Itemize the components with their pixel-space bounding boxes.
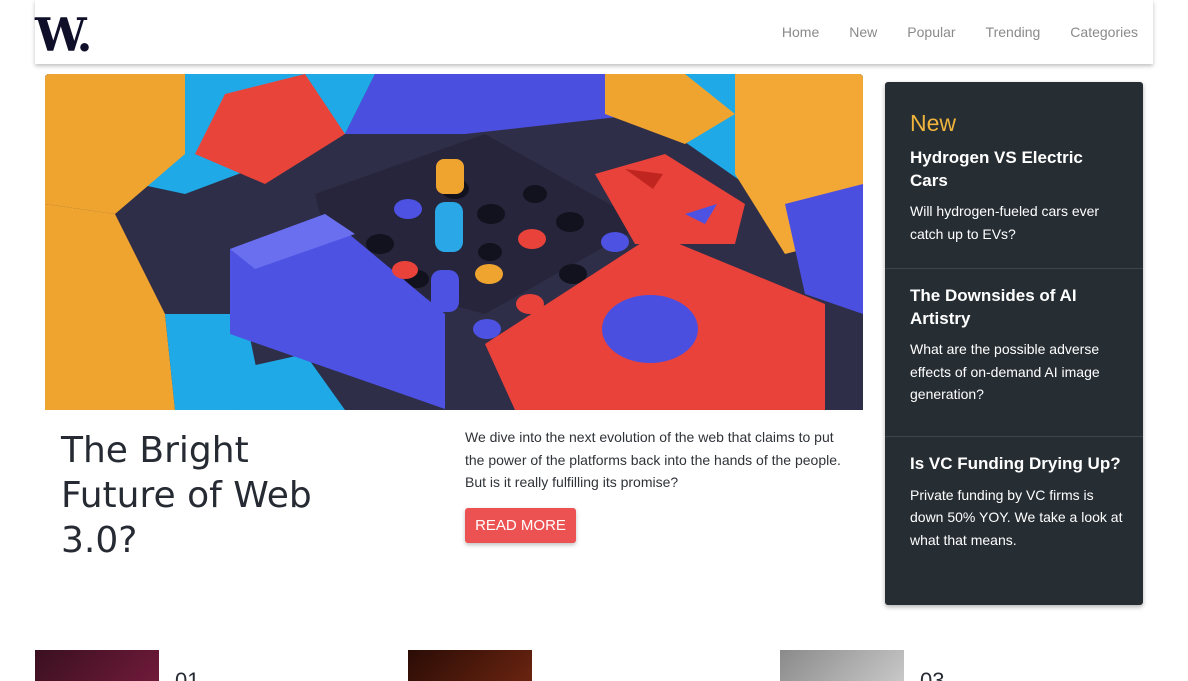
sidebar-article-title[interactable]: Is VC Funding Drying Up? [910,453,1125,476]
hero-title[interactable]: The Bright Future of Web 3.0? [61,428,361,563]
article-number-3: 03 [920,668,945,681]
hero-description: We dive into the next evolution of the w… [465,429,841,490]
article-number-2: 02 [548,668,572,681]
article-number-1: 01 [175,668,200,681]
nav-categories[interactable]: Categories [1070,24,1138,40]
article-thumbnail-3[interactable] [780,650,904,681]
nav-popular[interactable]: Popular [907,24,955,40]
site-header: W. Home New Popular Trending Categories [35,0,1153,64]
nav-trending[interactable]: Trending [986,24,1041,40]
sidebar-article-2[interactable]: The Downsides of AI Artistry What are th… [910,285,1125,406]
sidebar-article-3[interactable]: Is VC Funding Drying Up? Private funding… [910,453,1125,551]
sidebar-divider [885,436,1143,437]
sidebar-article-summary: Private funding by VC firms is down 50% … [910,486,1123,548]
sidebar-article-summary: Will hydrogen-fueled cars ever catch up … [910,203,1100,242]
sidebar-article-1[interactable]: Hydrogen VS Electric Cars Will hydrogen-… [910,147,1125,245]
article-thumbnail-2[interactable] [408,650,532,681]
article-thumbnail-1[interactable] [35,650,159,681]
sidebar-article-title[interactable]: Hydrogen VS Electric Cars [910,147,1125,192]
read-more-button[interactable]: READ MORE [465,508,576,543]
sidebar-article-summary: What are the possible adverse effects of… [910,341,1100,402]
sidebar-divider [885,268,1143,269]
hero-image [45,74,863,410]
nav-new[interactable]: New [849,24,877,40]
new-articles-sidebar: New Hydrogen VS Electric Cars Will hydro… [885,82,1143,605]
sidebar-article-title[interactable]: The Downsides of AI Artistry [910,285,1125,330]
site-logo[interactable]: W. [35,8,92,62]
sidebar-heading: New [910,110,957,136]
nav-home[interactable]: Home [782,24,819,40]
main-nav: Home New Popular Trending Categories [782,0,1138,64]
